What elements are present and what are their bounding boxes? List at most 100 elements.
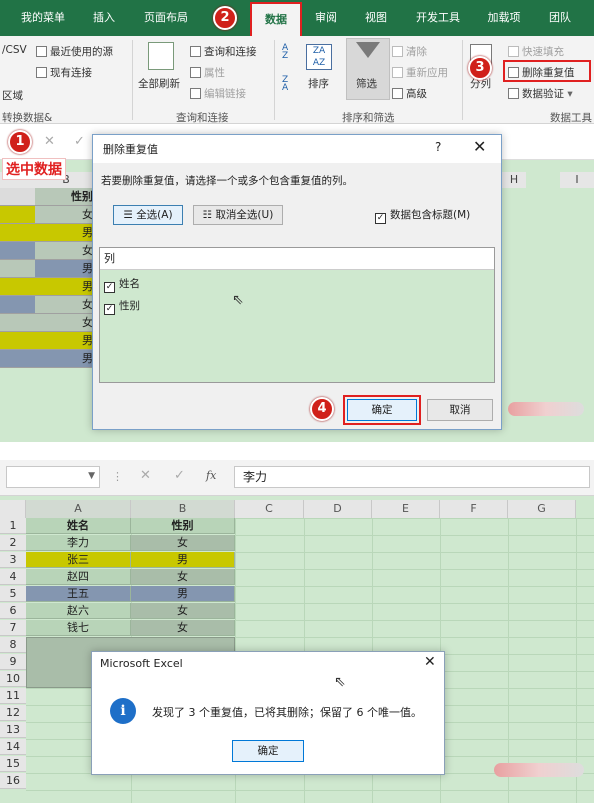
edit-links-button[interactable]: 编辑链接 bbox=[190, 86, 246, 101]
from-csv-button[interactable]: /CSV bbox=[2, 44, 27, 56]
name-cell[interactable]: 李力 bbox=[26, 535, 131, 551]
gender-cell[interactable]: 男 bbox=[131, 552, 235, 568]
row-number[interactable]: 6 bbox=[0, 603, 26, 619]
insert-function-icon[interactable]: fx bbox=[206, 469, 216, 482]
existing-connections-button[interactable]: 现有连接 bbox=[36, 65, 92, 80]
unselect-all-button[interactable]: ☷ 取消全选(U) bbox=[193, 205, 283, 225]
gender-cell[interactable]: 女 bbox=[35, 206, 97, 224]
ok-button[interactable]: 确定 bbox=[232, 740, 304, 762]
tab-developer[interactable]: 开发工具 bbox=[406, 0, 470, 36]
column-header[interactable]: E bbox=[372, 500, 440, 518]
queries-connections-button[interactable]: 查询和连接 bbox=[190, 44, 257, 59]
gender-cell[interactable]: 女 bbox=[131, 535, 235, 551]
name-box[interactable]: ▼ bbox=[6, 466, 100, 488]
column-header[interactable]: G bbox=[508, 500, 576, 518]
tab-view[interactable]: 视图 bbox=[356, 0, 396, 36]
header-cell-name[interactable]: 姓名 bbox=[26, 518, 131, 534]
close-icon[interactable]: ✕ bbox=[424, 654, 436, 670]
select-all-corner[interactable] bbox=[0, 500, 26, 518]
gender-cell[interactable]: 男 bbox=[35, 260, 97, 278]
column-header[interactable]: F bbox=[440, 500, 508, 518]
column-header[interactable]: D bbox=[304, 500, 372, 518]
row-number[interactable]: 8 bbox=[0, 637, 26, 653]
chevron-down-icon[interactable]: ▼ bbox=[88, 471, 95, 481]
row-number[interactable]: 10 bbox=[0, 671, 26, 687]
gender-cell[interactable]: 女 bbox=[131, 620, 235, 636]
properties-button[interactable]: 属性 bbox=[190, 65, 225, 80]
reapply-button[interactable]: 重新应用 bbox=[392, 65, 448, 80]
row-cell[interactable] bbox=[0, 314, 35, 332]
data-validation-button[interactable]: 数据验证 ▾ bbox=[508, 86, 573, 101]
row-number[interactable]: 1 bbox=[0, 518, 26, 534]
tab-addins[interactable]: 加载项 bbox=[478, 0, 530, 36]
gender-cell[interactable]: 男 bbox=[35, 350, 97, 368]
sort-az-icon[interactable]: AZ bbox=[282, 44, 298, 61]
row-number[interactable]: 15 bbox=[0, 756, 26, 772]
gender-cell[interactable]: 女 bbox=[35, 242, 97, 260]
gender-cell[interactable]: 男 bbox=[131, 586, 235, 602]
row-cell[interactable] bbox=[0, 350, 35, 368]
name-cell[interactable]: 钱七 bbox=[26, 620, 131, 636]
row-number[interactable]: 2 bbox=[0, 535, 26, 551]
sort-button[interactable]: 排序 bbox=[308, 76, 329, 91]
row-number[interactable]: 7 bbox=[0, 620, 26, 636]
row-number[interactable]: 12 bbox=[0, 705, 26, 721]
from-range-button[interactable]: 区域 bbox=[2, 88, 23, 103]
gender-cell[interactable]: 女 bbox=[131, 603, 235, 619]
gender-cell[interactable]: 男 bbox=[35, 278, 97, 296]
row-number[interactable]: 16 bbox=[0, 773, 26, 789]
row-cell[interactable] bbox=[0, 206, 35, 224]
row-cell[interactable] bbox=[0, 260, 35, 278]
column-header[interactable]: A bbox=[26, 500, 131, 518]
close-icon[interactable]: ✕ bbox=[473, 137, 486, 156]
column-header-h[interactable]: H bbox=[502, 172, 526, 188]
row-cell[interactable] bbox=[0, 224, 35, 242]
name-cell[interactable]: 赵六 bbox=[26, 603, 131, 619]
formula-input[interactable]: 李力 bbox=[234, 466, 590, 488]
column-checkbox-gender[interactable]: ✓ 性别 bbox=[104, 298, 140, 315]
gender-cell[interactable]: 男 bbox=[35, 224, 97, 242]
advanced-filter-button[interactable]: 高级 bbox=[392, 86, 427, 101]
row-number[interactable]: 11 bbox=[0, 688, 26, 704]
select-all-button[interactable]: ☰ 全选(A) bbox=[113, 205, 183, 225]
has-headers-checkbox[interactable]: ✓ 数据包含标题(M) bbox=[375, 207, 470, 224]
tab-insert[interactable]: 插入 bbox=[84, 0, 124, 36]
gender-cell[interactable]: 女 bbox=[131, 569, 235, 585]
name-cell[interactable]: 张三 bbox=[26, 552, 131, 568]
recent-sources-button[interactable]: 最近使用的源 bbox=[36, 44, 113, 59]
header-cell-gender[interactable]: 性别 bbox=[35, 188, 97, 206]
tab-page-layout[interactable]: 页面布局 bbox=[134, 0, 198, 36]
name-cell[interactable]: 赵四 bbox=[26, 569, 131, 585]
gender-cell[interactable]: 女 bbox=[35, 296, 97, 314]
row-number[interactable]: 9 bbox=[0, 654, 26, 670]
row-cell[interactable] bbox=[0, 296, 35, 314]
row-number[interactable]: 5 bbox=[0, 586, 26, 602]
row-number[interactable]: 13 bbox=[0, 722, 26, 738]
header-cell-gender[interactable]: 性别 bbox=[131, 518, 235, 534]
clear-button[interactable]: 清除 bbox=[392, 44, 427, 59]
refresh-all-button[interactable]: 全部刷新 bbox=[138, 76, 180, 91]
row-number[interactable]: 4 bbox=[0, 569, 26, 585]
column-header-i[interactable]: I bbox=[560, 172, 594, 188]
row-cell[interactable] bbox=[0, 278, 35, 296]
name-cell[interactable]: 王五 bbox=[26, 586, 131, 602]
tab-my-menu[interactable]: 我的菜单 bbox=[12, 0, 74, 36]
cancel-entry-icon[interactable]: ✕ bbox=[140, 468, 151, 483]
gender-cell[interactable]: 男 bbox=[35, 332, 97, 350]
tab-review[interactable]: 审阅 bbox=[306, 0, 346, 36]
column-header[interactable]: C bbox=[235, 500, 304, 518]
gender-cell[interactable]: 女 bbox=[35, 314, 97, 332]
flash-fill-button[interactable]: 快速填充 bbox=[508, 44, 564, 59]
column-checkbox-name[interactable]: ✓ 姓名 bbox=[104, 276, 140, 293]
column-header[interactable]: B bbox=[131, 500, 235, 518]
row-number[interactable]: 3 bbox=[0, 552, 26, 568]
row-cell[interactable] bbox=[0, 332, 35, 350]
tab-team[interactable]: 团队 bbox=[540, 0, 580, 36]
cancel-button[interactable]: 取消 bbox=[427, 399, 493, 421]
confirm-entry-icon[interactable]: ✓ bbox=[174, 468, 185, 483]
tab-data[interactable]: 数据 bbox=[250, 2, 302, 38]
row-cell[interactable] bbox=[0, 242, 35, 260]
sort-za-icon[interactable]: ZA bbox=[282, 76, 298, 93]
help-icon[interactable]: ? bbox=[435, 140, 441, 154]
row-number[interactable]: 14 bbox=[0, 739, 26, 755]
